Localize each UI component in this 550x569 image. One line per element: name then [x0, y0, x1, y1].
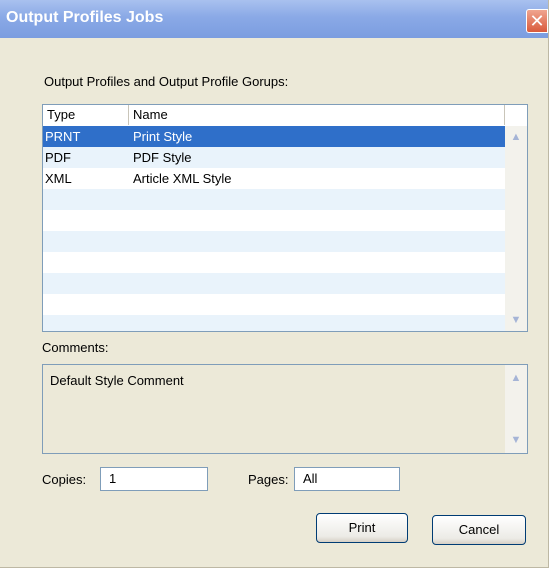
empty-row	[43, 210, 507, 231]
row-type: PRNT	[45, 129, 81, 144]
comments-label: Comments:	[42, 340, 109, 355]
pages-label: Pages:	[248, 472, 289, 487]
list-scrollbar[interactable]: ▲ ▼	[505, 126, 527, 331]
scroll-down-icon[interactable]: ▼	[507, 311, 525, 329]
dialog-window: Output Profiles Jobs ✕ Output Profiles a…	[0, 0, 549, 568]
comments-text: Default Style Comment	[50, 373, 184, 388]
empty-row	[43, 231, 507, 252]
empty-row	[43, 273, 507, 294]
list-row-xml[interactable]: XML Article XML Style	[43, 168, 507, 189]
empty-row	[43, 252, 507, 273]
list-header: Type Name	[43, 105, 527, 127]
row-name: Print Style	[133, 129, 193, 144]
copies-label: Copies:	[42, 472, 87, 487]
comments-area[interactable]: Default Style Comment ▲ ▼	[42, 364, 528, 454]
close-icon[interactable]: ✕	[526, 9, 548, 33]
list-rows: PRNT Print Style PDF PDF Style XML Artic…	[43, 126, 507, 331]
print-button[interactable]: Print	[316, 513, 408, 543]
row-name: Article XML Style	[133, 171, 232, 186]
scroll-up-icon[interactable]: ▲	[507, 128, 525, 146]
empty-row	[43, 189, 507, 210]
row-type: PDF	[45, 150, 71, 165]
cancel-button[interactable]: Cancel	[432, 515, 526, 545]
scroll-up-icon[interactable]: ▲	[507, 369, 525, 387]
profiles-label: Output Profiles and Output Profile Gorup…	[44, 74, 289, 89]
window-title: Output Profiles Jobs	[6, 9, 164, 26]
list-row-prnt[interactable]: PRNT Print Style	[43, 126, 507, 147]
empty-row	[43, 294, 507, 315]
column-header-name[interactable]: Name	[129, 105, 505, 125]
comments-scrollbar[interactable]: ▲ ▼	[505, 365, 527, 453]
scroll-down-icon[interactable]: ▼	[507, 431, 525, 449]
column-header-type[interactable]: Type	[43, 105, 129, 125]
copies-input[interactable]: 1	[100, 467, 208, 491]
list-row-pdf[interactable]: PDF PDF Style	[43, 147, 507, 168]
empty-row	[43, 315, 507, 331]
row-name: PDF Style	[133, 150, 192, 165]
row-type: XML	[45, 171, 72, 186]
pages-input[interactable]: All	[294, 467, 400, 491]
profiles-list[interactable]: Type Name PRNT Print Style PDF PDF Style…	[42, 104, 528, 332]
title-bar[interactable]: Output Profiles Jobs ✕	[0, 0, 548, 38]
